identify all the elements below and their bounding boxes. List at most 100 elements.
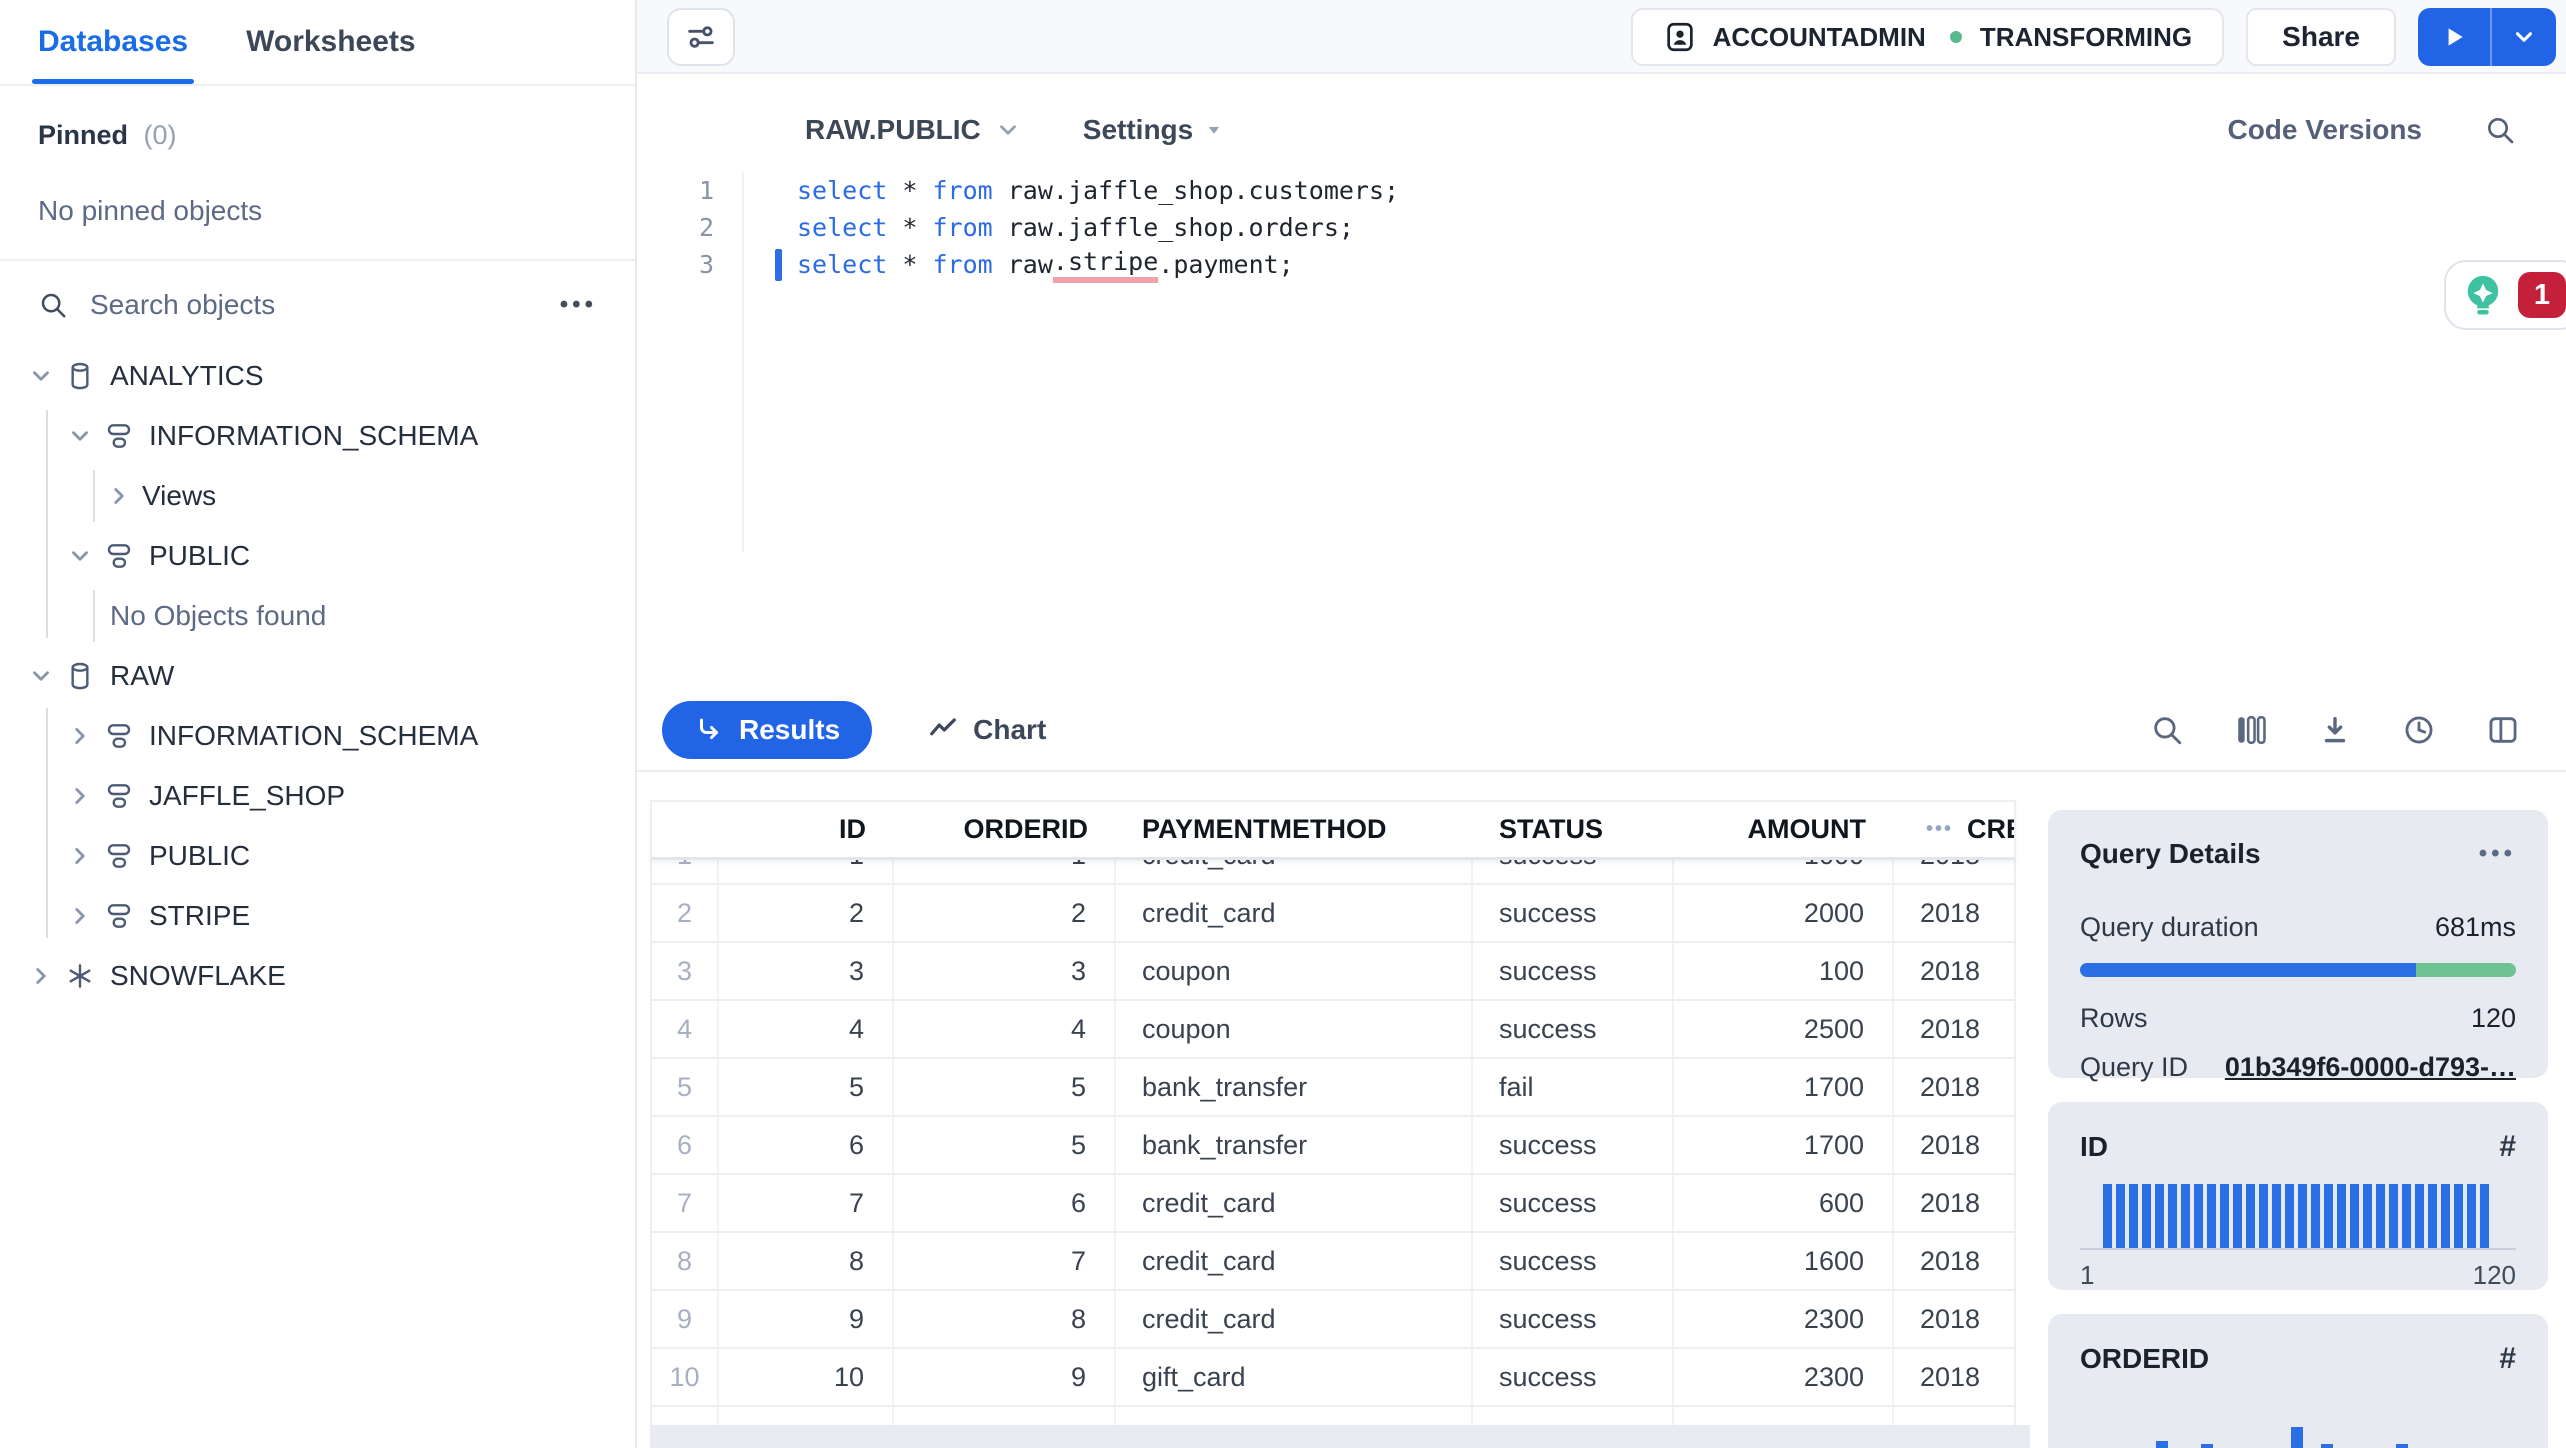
table-row[interactable]: 3 3 3 coupon success 100 2018 — [652, 943, 2014, 1001]
table-row[interactable]: 2 2 2 credit_card success 2000 2018 — [652, 885, 2014, 943]
tree-item-public[interactable]: PUBLIC — [0, 826, 635, 886]
table-cell: 1 — [719, 860, 894, 883]
table-row[interactable]: 4 4 4 coupon success 2500 2018 — [652, 1001, 2014, 1059]
table-cell: 4 — [719, 1001, 894, 1057]
database-tree: ANALYTICS INFORMATION_SCHEMA Views PUBLIC No… — [0, 346, 635, 1448]
table-cell: 2018 — [1920, 1361, 1981, 1392]
column-header-status[interactable]: STATUS — [1473, 802, 1674, 857]
column-header-orderid[interactable]: ORDERID — [894, 802, 1116, 857]
column-header-id[interactable]: ID — [719, 802, 894, 857]
code-versions-link[interactable]: Code Versions — [2227, 114, 2422, 146]
tree-item-stripe[interactable]: STRIPE — [0, 886, 635, 946]
search-results-icon[interactable] — [2150, 713, 2184, 747]
query-details-menu[interactable]: ••• — [2479, 840, 2516, 868]
copilot-suggestion-pill[interactable]: 1 — [2444, 260, 2566, 330]
table-cell: 2300 — [1674, 1349, 1894, 1405]
table-cell: success — [1473, 1001, 1674, 1057]
role-context-selector[interactable]: ACCOUNTADMIN TRANSFORMING — [1630, 8, 2225, 66]
row-number-cell: 3 — [652, 943, 719, 999]
histogram — [2106, 1412, 2490, 1448]
table-row[interactable]: 10 10 9 gift_card success 2300 2018 — [652, 1349, 2014, 1407]
sidebar-more-menu[interactable]: ••• — [560, 291, 597, 319]
play-icon — [2448, 28, 2463, 46]
download-icon[interactable] — [2318, 713, 2352, 747]
chevron-right-icon — [75, 848, 85, 864]
tree-item-views[interactable]: Views — [0, 466, 635, 526]
tree-item-information-schema[interactable]: INFORMATION_SCHEMA — [0, 406, 635, 466]
sql-code-editor[interactable]: 1 select * from raw.jaffle_shop.customers… — [637, 172, 2566, 552]
row-number-cell: 6 — [652, 1117, 719, 1173]
tree-item-jaffle-shop[interactable]: JAFFLE_SHOP — [0, 766, 635, 826]
tab-databases[interactable]: Databases — [31, 0, 195, 84]
query-id-link[interactable]: 01b349f6-0000-d793-… — [2225, 1052, 2516, 1083]
database-context-selector[interactable]: RAW.PUBLIC — [805, 114, 1021, 146]
table-row[interactable]: 9 9 8 credit_card success 2300 2018 — [652, 1291, 2014, 1349]
history-clock-icon[interactable] — [2402, 713, 2436, 747]
table-cell: credit_card — [1116, 860, 1473, 883]
row-number-cell: 1 — [652, 860, 719, 883]
horizontal-scrollbar[interactable] — [650, 1425, 2030, 1448]
tab-results[interactable]: Results — [662, 701, 873, 759]
table-cell: bank_transfer — [1116, 1117, 1473, 1173]
editor-search-icon[interactable] — [2484, 114, 2516, 146]
table-row[interactable]: 111credit_cardsuccess10002018 — [652, 860, 2014, 885]
tree-item-raw[interactable]: RAW — [0, 646, 635, 706]
column-card-title: ID — [2080, 1131, 2108, 1162]
column-header-created[interactable]: •••CREATED — [1894, 802, 2014, 857]
tab-worksheets[interactable]: Worksheets — [246, 0, 416, 84]
warehouse-name: TRANSFORMING — [1979, 21, 2193, 52]
table-row[interactable] — [652, 1407, 2014, 1425]
table-cell — [1894, 1407, 2014, 1425]
histogram-min-label: 1 — [2080, 1260, 2095, 1290]
settings-dropdown[interactable]: Settings — [1083, 114, 1223, 146]
table-cell: 3 — [894, 943, 1116, 999]
tree-guide-line — [46, 708, 48, 938]
code-line-2[interactable]: 2 select * from raw.jaffle_shop.orders; — [637, 209, 2566, 246]
table-cell: 4 — [894, 1001, 1116, 1057]
tree-item-label: PUBLIC — [149, 840, 251, 871]
search-icon — [41, 293, 66, 318]
table-cell: 1000 — [1674, 860, 1894, 883]
row-number-cell: 9 — [652, 1291, 719, 1347]
tree-item-public[interactable]: PUBLIC — [0, 526, 635, 586]
table-row[interactable]: 5 5 5 bank_transfer fail 1700 2018 — [652, 1059, 2014, 1117]
run-options-button[interactable] — [2492, 8, 2556, 66]
code-line-1[interactable]: 1 select * from raw.jaffle_shop.customers… — [637, 172, 2566, 209]
table-cell: 2018 — [1920, 1187, 1981, 1218]
rows-label: Rows — [2080, 1003, 2148, 1033]
code-line-3[interactable]: 3 select * from raw .stripe .payment; — [637, 246, 2566, 283]
filters-button[interactable] — [667, 8, 735, 66]
tree-item-snowflake[interactable]: SNOWFLAKE — [0, 946, 635, 1006]
row-number-cell — [652, 1407, 719, 1425]
table-row[interactable]: 8 8 7 credit_card success 1600 2018 — [652, 1233, 2014, 1291]
share-button[interactable]: Share — [2246, 8, 2396, 66]
table-cell: 2018 — [1920, 1071, 1981, 1102]
table-cell: 10 — [719, 1349, 894, 1405]
tree-guide-line — [93, 470, 95, 522]
chevron-right-icon — [75, 728, 85, 744]
split-panel-icon[interactable] — [2486, 713, 2520, 747]
table-cell: success — [1473, 1233, 1674, 1289]
table-cell: 9 — [719, 1291, 894, 1347]
column-header-paymentmethod[interactable]: PAYMENTMETHOD — [1116, 802, 1473, 857]
table-cell: 2000 — [1674, 885, 1894, 941]
table-cell: credit_card — [1116, 1233, 1473, 1289]
run-button[interactable] — [2418, 8, 2492, 66]
column-menu-dots[interactable]: ••• — [1926, 818, 1953, 841]
line-number: 3 — [698, 250, 714, 279]
query-duration-label: Query duration — [2080, 912, 2259, 942]
search-objects-input[interactable]: Search objects — [90, 289, 538, 321]
table-cell: coupon — [1116, 1001, 1473, 1057]
columns-icon[interactable] — [2234, 713, 2268, 747]
column-header-amount[interactable]: AMOUNT — [1674, 802, 1894, 857]
table-row[interactable]: 7 7 6 credit_card success 600 2018 — [652, 1175, 2014, 1233]
tree-item-information-schema[interactable]: INFORMATION_SCHEMA — [0, 706, 635, 766]
row-number-header[interactable] — [652, 802, 719, 857]
results-table: IDORDERIDPAYMENTMETHODSTATUSAMOUNT•••CRE… — [650, 800, 2030, 1448]
table-row[interactable]: 6 6 5 bank_transfer success 1700 2018 — [652, 1117, 2014, 1175]
tree-guide-line — [93, 590, 95, 642]
tab-chart[interactable]: Chart — [928, 714, 1046, 746]
row-number-cell: 4 — [652, 1001, 719, 1057]
tree-item-analytics[interactable]: ANALYTICS — [0, 346, 635, 406]
table-cell: 1 — [894, 860, 1116, 883]
